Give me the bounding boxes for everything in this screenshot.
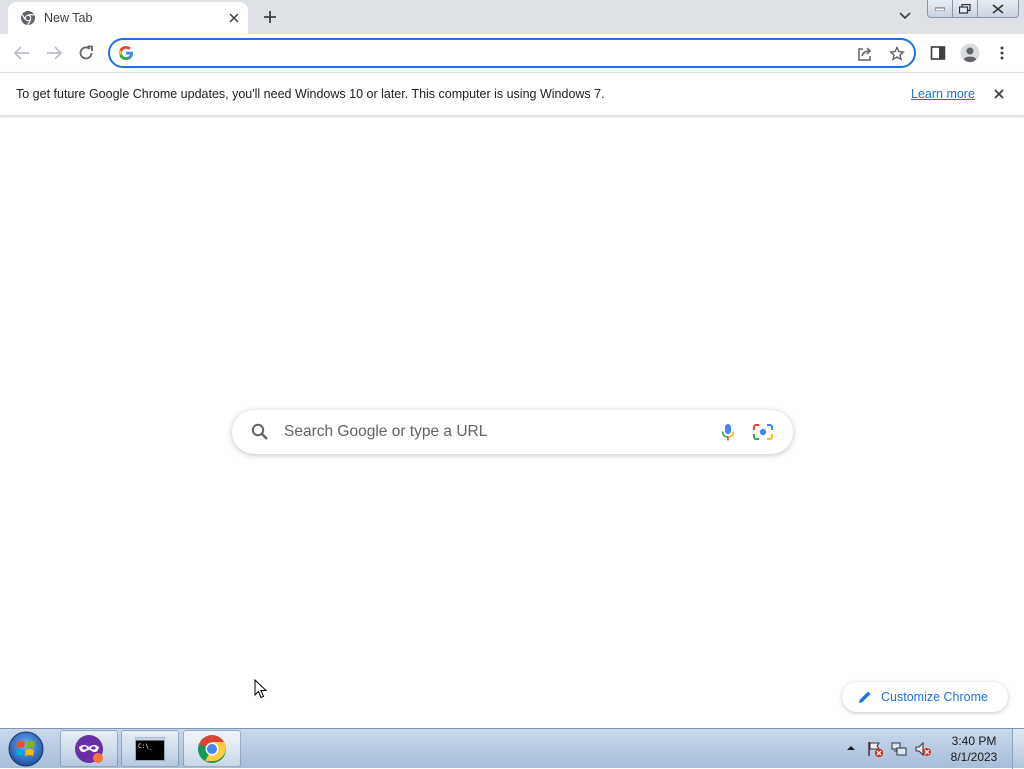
- volume-muted-icon[interactable]: [914, 740, 932, 758]
- infobar-close-icon[interactable]: [990, 85, 1008, 103]
- google-lens-camera-icon[interactable]: [752, 422, 774, 442]
- pencil-icon: [859, 691, 871, 703]
- google-g-icon: [118, 46, 133, 60]
- tab-new-tab[interactable]: New Tab: [8, 2, 248, 34]
- ntp-search-box[interactable]: Search Google or type a URL: [232, 410, 793, 454]
- windows-start-orb-icon[interactable]: [6, 730, 46, 768]
- learn-more-link[interactable]: Learn more: [911, 87, 975, 101]
- browser-toolbar: [0, 34, 1024, 72]
- show-hidden-icons-arrow-icon[interactable]: [845, 743, 857, 753]
- tab-title: New Tab: [44, 11, 93, 25]
- clock-time: 3:40 PM: [951, 734, 997, 748]
- clock-date: 8/1/2023: [950, 750, 998, 764]
- action-center-flag-icon[interactable]: [866, 740, 884, 758]
- bookmark-star-icon[interactable]: [886, 43, 908, 65]
- new-tab-button[interactable]: [258, 6, 282, 28]
- side-panel-icon[interactable]: [926, 41, 950, 65]
- windows-taskbar: C:\_ 3:40 PM 8/1/2023: [0, 728, 1024, 769]
- window-restore-button[interactable]: [952, 0, 978, 18]
- tab-close-icon[interactable]: [224, 8, 244, 28]
- share-icon[interactable]: [854, 43, 876, 65]
- chrome-favicon-icon: [21, 11, 35, 26]
- taskbar-clock[interactable]: 3:40 PM 8/1/2023: [946, 733, 1002, 765]
- forward-arrow-icon[interactable]: [42, 41, 66, 65]
- back-arrow-icon[interactable]: [10, 41, 34, 65]
- customize-chrome-label: Customize Chrome: [881, 690, 988, 704]
- address-input[interactable]: [142, 43, 842, 63]
- window-minimize-button[interactable]: [927, 0, 953, 18]
- customize-chrome-button[interactable]: Customize Chrome: [842, 682, 1008, 712]
- window-close-button[interactable]: [977, 0, 1019, 18]
- taskbar-app-command-prompt[interactable]: C:\_: [121, 730, 179, 767]
- address-bar[interactable]: [108, 38, 916, 68]
- command-prompt-icon: C:\_: [135, 736, 165, 761]
- taskbar-app-google-chrome[interactable]: [183, 730, 241, 767]
- taskbar-app-private-browser[interactable]: [60, 730, 118, 767]
- more-menu-icon[interactable]: [990, 41, 1014, 65]
- private-browser-mask-icon: [75, 734, 103, 763]
- infobar-message: To get future Google Chrome updates, you…: [16, 87, 605, 101]
- network-icon[interactable]: [890, 740, 908, 758]
- update-infobar: To get future Google Chrome updates, you…: [0, 72, 1024, 116]
- google-chrome-icon: [198, 734, 226, 763]
- svg-text:C:\_: C:\_: [138, 743, 153, 750]
- profile-avatar-icon[interactable]: [958, 41, 982, 65]
- search-icon: [251, 423, 268, 440]
- search-placeholder: Search Google or type a URL: [284, 423, 488, 440]
- tab-strip: New Tab: [0, 0, 1024, 34]
- show-desktop-button[interactable]: [1012, 729, 1024, 769]
- tab-search-chevron-icon[interactable]: [894, 6, 916, 26]
- voice-search-mic-icon[interactable]: [718, 422, 738, 442]
- reload-icon[interactable]: [74, 41, 98, 65]
- mouse-cursor-icon: [254, 679, 268, 699]
